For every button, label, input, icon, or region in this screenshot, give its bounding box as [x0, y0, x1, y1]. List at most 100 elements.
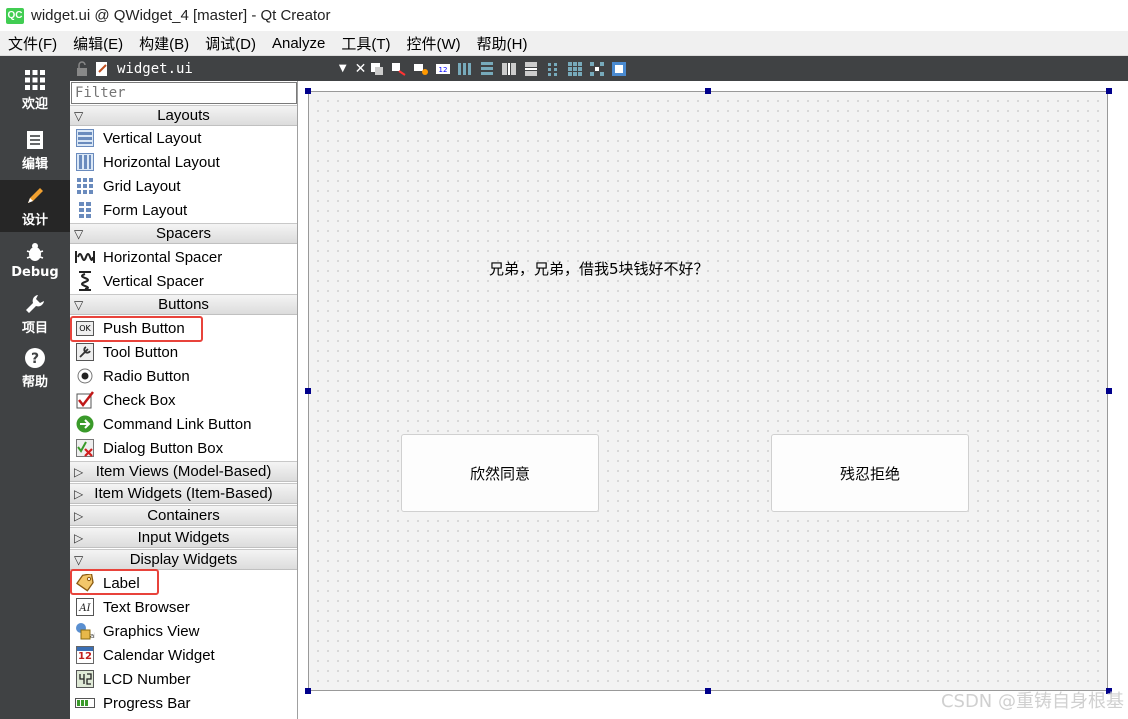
widget-graphics-view[interactable]: abc Graphics View [70, 619, 297, 643]
chevron-down-icon: ▽ [74, 298, 84, 312]
svg-text:12: 12 [439, 66, 448, 74]
document-icon [27, 130, 43, 149]
menu-bar: 文件(F) 编辑(E) 构建(B) 调试(D) Analyze 工具(T) 控件… [0, 31, 1128, 56]
chevron-down-icon: ▽ [74, 109, 84, 123]
widget-horizontal-spacer[interactable]: Horizontal Spacer [70, 245, 297, 269]
category-display-widgets[interactable]: ▽ Display Widgets [70, 549, 297, 570]
menu-build[interactable]: 构建(B) [131, 33, 197, 54]
menu-help[interactable]: 帮助(H) [469, 33, 536, 54]
menu-tools[interactable]: 工具(T) [333, 33, 398, 54]
widget-horizontal-layout[interactable]: Horizontal Layout [70, 150, 297, 174]
editor-toolbar: widget.ui ▼ ✕ 12 [70, 56, 1128, 81]
label-highlight [70, 569, 159, 595]
widget-form-layout[interactable]: Form Layout [70, 198, 297, 222]
mode-help[interactable]: ? 帮助 [0, 342, 70, 394]
lcd-number-icon [75, 669, 95, 689]
edit-buddies-icon[interactable] [413, 61, 429, 77]
file-dropdown-icon[interactable]: ▼ [339, 63, 347, 74]
edit-widgets-icon[interactable] [369, 61, 385, 77]
category-layouts[interactable]: ▽ Layouts [70, 105, 297, 126]
menu-edit[interactable]: 编辑(E) [65, 33, 131, 54]
resize-handle-top-left[interactable] [305, 88, 311, 94]
mode-projects[interactable]: 项目 [0, 288, 70, 340]
layout-vertical-icon[interactable] [479, 61, 495, 77]
widget-text-browser[interactable]: AI Text Browser [70, 595, 297, 619]
accept-button[interactable]: 欣然同意 [401, 434, 599, 512]
category-input-widgets[interactable]: ▷ Input Widgets [70, 527, 297, 548]
layout-horizontal-icon[interactable] [457, 61, 473, 77]
svg-text:?: ? [31, 351, 39, 367]
open-file-name[interactable]: widget.ui [117, 61, 193, 77]
break-layout-icon[interactable] [589, 61, 605, 77]
widget-calendar[interactable]: 12 Calendar Widget [70, 643, 297, 667]
mode-edit[interactable]: 编辑 [0, 124, 70, 176]
resize-handle-left[interactable] [305, 388, 311, 394]
menu-debug[interactable]: 调试(D) [197, 33, 264, 54]
tool-button-icon [75, 342, 95, 362]
layout-grid-icon[interactable] [567, 61, 583, 77]
csdn-watermark: CSDN @重铸自身根基 [940, 691, 1124, 712]
help-icon: ? [25, 347, 45, 368]
graphics-view-icon: abc [75, 621, 95, 641]
vertical-layout-icon [75, 128, 95, 148]
widget-vertical-spacer[interactable]: Vertical Spacer [70, 269, 297, 293]
widget-command-link-button[interactable]: Command Link Button [70, 412, 297, 436]
bug-icon [26, 242, 44, 261]
resize-handle-right[interactable] [1106, 388, 1112, 394]
edit-tab-order-icon[interactable]: 12 [435, 61, 451, 77]
menu-widgets[interactable]: 控件(W) [399, 33, 469, 54]
menu-analyze[interactable]: Analyze [264, 35, 333, 52]
wrench-icon [26, 294, 44, 313]
category-item-views[interactable]: ▷ Item Views (Model-Based) [70, 461, 297, 482]
ui-file-icon [96, 61, 107, 76]
category-containers[interactable]: ▷ Containers [70, 505, 297, 526]
widget-filter-input[interactable] [71, 82, 297, 104]
mode-design[interactable]: 设计 [0, 180, 70, 232]
text-browser-icon: AI [75, 597, 95, 617]
form-question-label[interactable]: 兄弟，兄弟，借我5块钱好不好？ [489, 258, 709, 279]
reject-button[interactable]: 残忍拒绝 [771, 434, 969, 512]
edit-signals-icon[interactable] [391, 61, 407, 77]
adjust-size-icon[interactable] [611, 61, 627, 77]
chevron-right-icon: ▷ [74, 465, 84, 479]
widget-dialog-button-box[interactable]: Dialog Button Box [70, 436, 297, 460]
vertical-spacer-icon [75, 271, 95, 291]
resize-handle-bottom[interactable] [705, 688, 711, 694]
category-spacers[interactable]: ▽ Spacers [70, 223, 297, 244]
widget-progress-bar[interactable]: Progress Bar [70, 691, 297, 715]
svg-text:abc: abc [90, 632, 95, 640]
mode-debug[interactable]: Debug [0, 234, 70, 286]
radio-button-icon [75, 366, 95, 386]
category-item-widgets[interactable]: ▷ Item Widgets (Item-Based) [70, 483, 297, 504]
widget-grid-layout[interactable]: Grid Layout [70, 174, 297, 198]
chevron-down-icon: ▽ [74, 553, 84, 567]
lock-icon[interactable] [76, 60, 88, 77]
resize-handle-top-right[interactable] [1106, 88, 1112, 94]
horizontal-spacer-icon [75, 247, 95, 267]
category-buttons[interactable]: ▽ Buttons [70, 294, 297, 315]
chevron-right-icon: ▷ [74, 509, 84, 523]
push-button-highlight [70, 316, 203, 342]
calendar-icon: 12 [75, 645, 95, 665]
close-icon[interactable]: ✕ [355, 61, 367, 77]
check-box-icon [75, 390, 95, 410]
form-layout-icon [75, 200, 95, 220]
mode-welcome[interactable]: 欢迎 [0, 64, 70, 116]
widget-check-box[interactable]: Check Box [70, 388, 297, 412]
menu-file[interactable]: 文件(F) [0, 33, 65, 54]
resize-handle-top[interactable] [705, 88, 711, 94]
layout-v-splitter-icon[interactable] [523, 61, 539, 77]
designed-form[interactable]: 兄弟，兄弟，借我5块钱好不好？ 欣然同意 残忍拒绝 [308, 91, 1108, 691]
arrow-right-circle-icon [75, 414, 95, 434]
widget-tool-button[interactable]: Tool Button [70, 340, 297, 364]
resize-handle-bottom-left[interactable] [305, 688, 311, 694]
widget-radio-button[interactable]: Radio Button [70, 364, 297, 388]
layout-form-icon[interactable] [545, 61, 561, 77]
form-editor-canvas: 兄弟，兄弟，借我5块钱好不好？ 欣然同意 残忍拒绝 [298, 81, 1128, 719]
chevron-right-icon: ▷ [74, 487, 84, 501]
layout-h-splitter-icon[interactable] [501, 61, 517, 77]
grid-icon [25, 69, 45, 90]
chevron-right-icon: ▷ [74, 531, 84, 545]
widget-lcd-number[interactable]: LCD Number [70, 667, 297, 691]
widget-vertical-layout[interactable]: Vertical Layout [70, 126, 297, 150]
